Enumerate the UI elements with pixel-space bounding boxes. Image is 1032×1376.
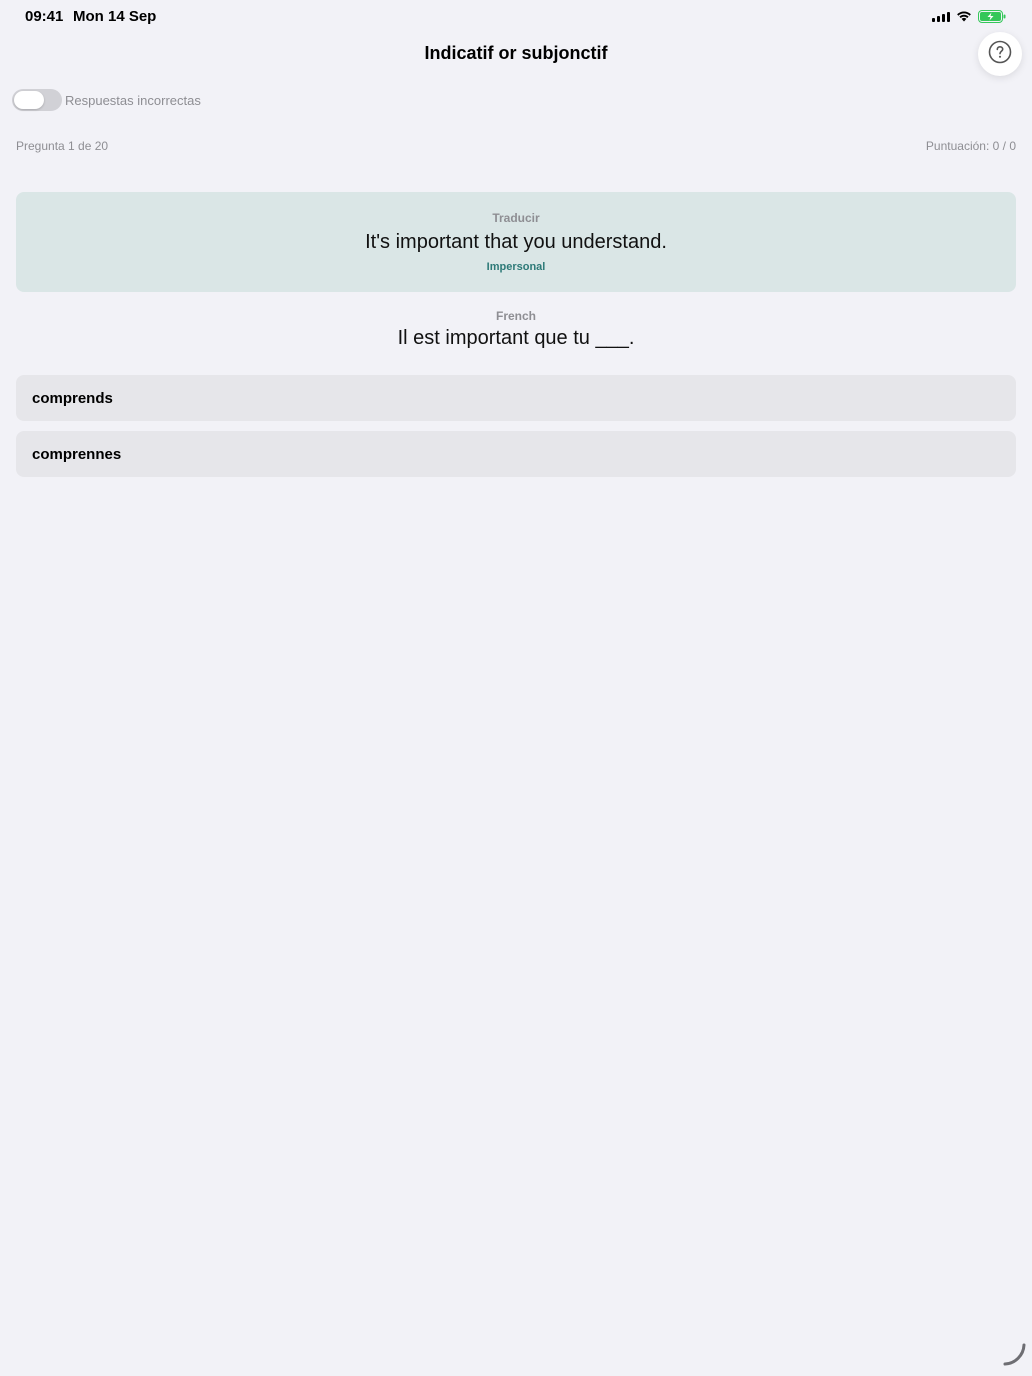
status-bar: 09:41 Mon 14 Sep bbox=[0, 0, 1032, 32]
category-tag: Impersonal bbox=[486, 261, 546, 273]
quiz-screen: 09:41 Mon 14 Sep Indicatif or subjonctif… bbox=[0, 0, 1032, 1376]
answer-option-comprennes[interactable]: comprennes bbox=[16, 431, 1016, 477]
signal-icon bbox=[932, 11, 950, 22]
battery-charging-icon bbox=[978, 9, 1006, 23]
resize-grip-icon[interactable] bbox=[1002, 1341, 1028, 1372]
option-label: comprends bbox=[32, 389, 113, 407]
question-counter: Pregunta 1 de 20 bbox=[16, 139, 109, 153]
status-date: Mon 14 Sep bbox=[73, 8, 157, 25]
status-icons bbox=[932, 9, 1006, 23]
prompt-language-label: French bbox=[495, 309, 536, 323]
translate-label: Traducir bbox=[492, 211, 540, 225]
status-time: 09:41 bbox=[25, 8, 64, 25]
page-title: Indicatif or subjonctif bbox=[424, 43, 608, 63]
option-label: comprennes bbox=[32, 445, 122, 463]
incorrect-answers-toggle-row: Respuestas incorrectas bbox=[12, 89, 201, 111]
question-circle-icon bbox=[988, 40, 1012, 69]
translate-sentence: It's important that you understand. bbox=[365, 231, 667, 253]
incorrect-answers-toggle[interactable] bbox=[12, 89, 62, 111]
toggle-knob bbox=[14, 91, 44, 109]
score-counter: Puntuación: 0 / 0 bbox=[925, 139, 1016, 153]
wifi-icon bbox=[956, 10, 972, 22]
toggle-label: Respuestas incorrectas bbox=[65, 92, 201, 108]
help-button[interactable] bbox=[978, 32, 1022, 76]
answer-option-comprends[interactable]: comprends bbox=[16, 375, 1016, 421]
prompt-sentence: Il est important que tu ___. bbox=[397, 327, 635, 349]
translate-card: Traducir It's important that you underst… bbox=[16, 192, 1016, 292]
